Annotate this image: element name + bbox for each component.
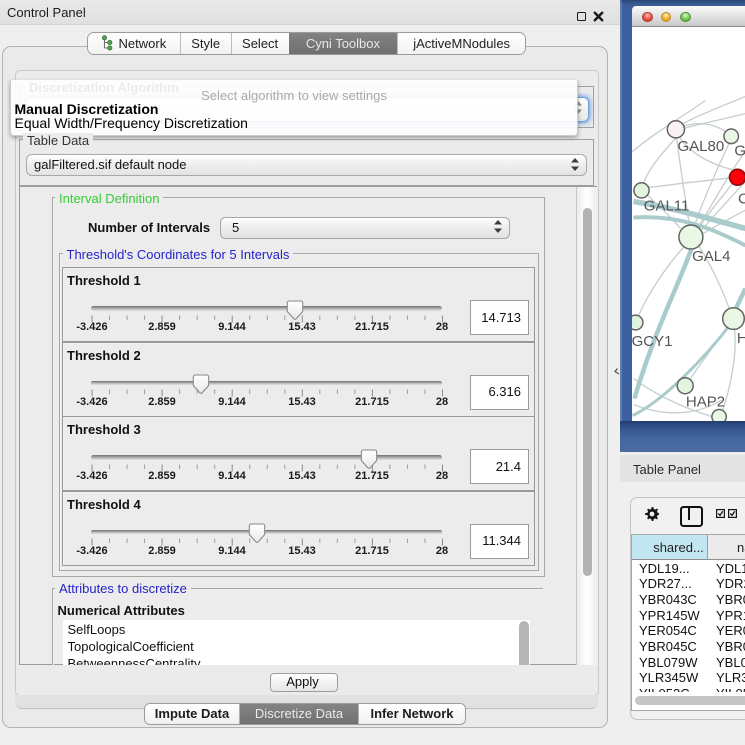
svg-text:GAL4: GAL4	[692, 248, 730, 265]
svg-text:H: H	[736, 330, 745, 347]
svg-text:GAL80: GAL80	[677, 138, 724, 155]
svg-text:GCY1: GCY1	[632, 333, 672, 350]
svg-text:GAL11: GAL11	[643, 197, 689, 214]
svg-text:C.: C.	[738, 191, 745, 208]
svg-text:HAP2: HAP2	[685, 394, 724, 411]
svg-text:GA: GA	[734, 143, 745, 160]
